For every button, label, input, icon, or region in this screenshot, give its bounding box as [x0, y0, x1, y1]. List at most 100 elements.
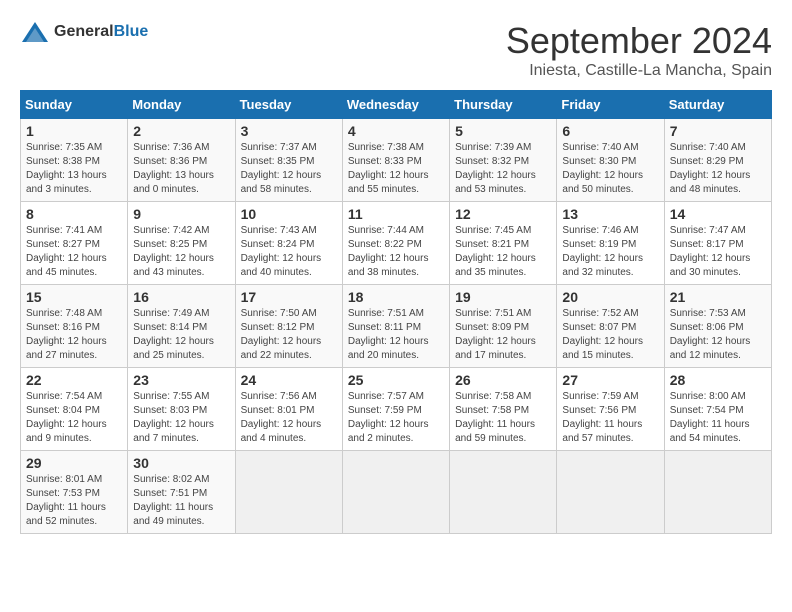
day-info: Sunrise: 7:55 AMSunset: 8:03 PMDaylight:…: [133, 390, 229, 446]
calendar-cell: 26 Sunrise: 7:58 AMSunset: 7:58 PMDayligh…: [450, 368, 557, 451]
day-number: 20: [562, 289, 658, 305]
day-info: Sunrise: 7:59 AMSunset: 7:56 PMDaylight:…: [562, 390, 658, 446]
day-number: 15: [26, 289, 122, 305]
calendar-week-row: 8 Sunrise: 7:41 AMSunset: 8:27 PMDaylight…: [21, 202, 772, 285]
day-number: 23: [133, 372, 229, 388]
calendar-cell: 17 Sunrise: 7:50 AMSunset: 8:12 PMDayligh…: [235, 285, 342, 368]
calendar-cell: 10Sunrise: 7:43 AMSunset: 8:24 PMDayligh…: [235, 202, 342, 285]
day-number: 11: [348, 206, 444, 222]
day-of-week-header: Sunday: [21, 91, 128, 119]
calendar-cell: 4 Sunrise: 7:38 AMSunset: 8:33 PMDaylight…: [342, 119, 449, 202]
day-number: 29: [26, 455, 122, 471]
day-info: Sunrise: 7:43 AMSunset: 8:24 PMDaylight:…: [241, 224, 337, 280]
day-info: Sunrise: 7:51 AMSunset: 8:11 PMDaylight:…: [348, 307, 444, 363]
day-info: Sunrise: 8:00 AMSunset: 7:54 PMDaylight:…: [670, 390, 766, 446]
day-number: 18: [348, 289, 444, 305]
day-number: 6: [562, 123, 658, 139]
calendar-cell: 19 Sunrise: 7:51 AMSunset: 8:09 PMDayligh…: [450, 285, 557, 368]
day-info: Sunrise: 7:46 AMSunset: 8:19 PMDaylight:…: [562, 224, 658, 280]
calendar-cell: 7 Sunrise: 7:40 AMSunset: 8:29 PMDaylight…: [664, 119, 771, 202]
day-info: Sunrise: 7:49 AMSunset: 8:14 PMDaylight:…: [133, 307, 229, 363]
day-number: 24: [241, 372, 337, 388]
calendar-cell: 22 Sunrise: 7:54 AMSunset: 8:04 PMDayligh…: [21, 368, 128, 451]
calendar-cell: 25Sunrise: 7:57 AMSunset: 7:59 PMDayligh…: [342, 368, 449, 451]
calendar-cell: 6 Sunrise: 7:40 AMSunset: 8:30 PMDaylight…: [557, 119, 664, 202]
day-info: Sunrise: 7:42 AMSunset: 8:25 PMDaylight:…: [133, 224, 229, 280]
day-of-week-header: Friday: [557, 91, 664, 119]
day-info: Sunrise: 7:36 AMSunset: 8:36 PMDaylight:…: [133, 141, 229, 197]
day-of-week-header: Tuesday: [235, 91, 342, 119]
day-info: Sunrise: 7:40 AMSunset: 8:30 PMDaylight:…: [562, 141, 658, 197]
day-info: Sunrise: 7:52 AMSunset: 8:07 PMDaylight:…: [562, 307, 658, 363]
calendar-cell: 18 Sunrise: 7:51 AMSunset: 8:11 PMDayligh…: [342, 285, 449, 368]
calendar-cell: 20 Sunrise: 7:52 AMSunset: 8:07 PMDayligh…: [557, 285, 664, 368]
day-number: 8: [26, 206, 122, 222]
calendar-cell: 9 Sunrise: 7:42 AMSunset: 8:25 PMDaylight…: [128, 202, 235, 285]
day-info: Sunrise: 7:54 AMSunset: 8:04 PMDaylight:…: [26, 390, 122, 446]
day-number: 13: [562, 206, 658, 222]
day-number: 21: [670, 289, 766, 305]
day-number: 17: [241, 289, 337, 305]
day-number: 16: [133, 289, 229, 305]
day-info: Sunrise: 8:01 AMSunset: 7:53 PMDaylight:…: [26, 473, 122, 529]
day-info: Sunrise: 7:41 AMSunset: 8:27 PMDaylight:…: [26, 224, 122, 280]
day-info: Sunrise: 7:58 AMSunset: 7:58 PMDaylight:…: [455, 390, 551, 446]
day-number: 27: [562, 372, 658, 388]
logo-icon: [20, 20, 50, 44]
day-number: 19: [455, 289, 551, 305]
title-section: September 2024 Iniesta, Castille-La Manc…: [506, 20, 772, 80]
day-info: Sunrise: 7:51 AMSunset: 8:09 PMDaylight:…: [455, 307, 551, 363]
day-info: Sunrise: 7:38 AMSunset: 8:33 PMDaylight:…: [348, 141, 444, 197]
day-number: 30: [133, 455, 229, 471]
calendar-cell: [342, 451, 449, 534]
calendar-cell: 12 Sunrise: 7:45 AMSunset: 8:21 PMDayligh…: [450, 202, 557, 285]
day-info: Sunrise: 7:45 AMSunset: 8:21 PMDaylight:…: [455, 224, 551, 280]
day-info: Sunrise: 7:40 AMSunset: 8:29 PMDaylight:…: [670, 141, 766, 197]
calendar-cell: 29 Sunrise: 8:01 AMSunset: 7:53 PMDayligh…: [21, 451, 128, 534]
calendar-cell: 27 Sunrise: 7:59 AMSunset: 7:56 PMDayligh…: [557, 368, 664, 451]
calendar-table: SundayMondayTuesdayWednesdayThursdayFrid…: [20, 90, 772, 534]
day-number: 22: [26, 372, 122, 388]
calendar-week-row: 1 Sunrise: 7:35 AMSunset: 8:38 PMDaylight…: [21, 119, 772, 202]
day-of-week-header: Monday: [128, 91, 235, 119]
day-number: 28: [670, 372, 766, 388]
day-info: Sunrise: 7:47 AMSunset: 8:17 PMDaylight:…: [670, 224, 766, 280]
logo-general: General: [54, 23, 114, 40]
day-number: 4: [348, 123, 444, 139]
day-number: 9: [133, 206, 229, 222]
calendar-cell: 23 Sunrise: 7:55 AMSunset: 8:03 PMDayligh…: [128, 368, 235, 451]
calendar-cell: 30Sunrise: 8:02 AMSunset: 7:51 PMDayligh…: [128, 451, 235, 534]
calendar-cell: 14Sunrise: 7:47 AMSunset: 8:17 PMDayligh…: [664, 202, 771, 285]
calendar-week-row: 15 Sunrise: 7:48 AMSunset: 8:16 PMDayligh…: [21, 285, 772, 368]
calendar-cell: 28 Sunrise: 8:00 AMSunset: 7:54 PMDayligh…: [664, 368, 771, 451]
day-number: 26: [455, 372, 551, 388]
calendar-cell: [557, 451, 664, 534]
calendar-cell: [450, 451, 557, 534]
day-info: Sunrise: 7:44 AMSunset: 8:22 PMDaylight:…: [348, 224, 444, 280]
day-of-week-header: Saturday: [664, 91, 771, 119]
day-number: 1: [26, 123, 122, 139]
calendar-week-row: 29 Sunrise: 8:01 AMSunset: 7:53 PMDayligh…: [21, 451, 772, 534]
calendar-cell: 21Sunrise: 7:53 AMSunset: 8:06 PMDayligh…: [664, 285, 771, 368]
calendar-cell: 1 Sunrise: 7:35 AMSunset: 8:38 PMDaylight…: [21, 119, 128, 202]
day-info: Sunrise: 7:35 AMSunset: 8:38 PMDaylight:…: [26, 141, 122, 197]
logo: GeneralBlue: [20, 20, 148, 44]
logo-blue: Blue: [114, 23, 149, 40]
day-info: Sunrise: 7:39 AMSunset: 8:32 PMDaylight:…: [455, 141, 551, 197]
calendar-cell: [664, 451, 771, 534]
page-header: GeneralBlue September 2024 Iniesta, Cast…: [20, 20, 772, 80]
calendar-cell: 11 Sunrise: 7:44 AMSunset: 8:22 PMDayligh…: [342, 202, 449, 285]
logo-text: GeneralBlue: [54, 23, 148, 41]
calendar-header-row: SundayMondayTuesdayWednesdayThursdayFrid…: [21, 91, 772, 119]
day-info: Sunrise: 7:50 AMSunset: 8:12 PMDaylight:…: [241, 307, 337, 363]
day-info: Sunrise: 7:37 AMSunset: 8:35 PMDaylight:…: [241, 141, 337, 197]
day-of-week-header: Thursday: [450, 91, 557, 119]
day-info: Sunrise: 7:48 AMSunset: 8:16 PMDaylight:…: [26, 307, 122, 363]
month-title: September 2024: [506, 20, 772, 62]
calendar-cell: 2 Sunrise: 7:36 AMSunset: 8:36 PMDaylight…: [128, 119, 235, 202]
day-info: Sunrise: 7:56 AMSunset: 8:01 PMDaylight:…: [241, 390, 337, 446]
day-number: 2: [133, 123, 229, 139]
calendar-cell: 8 Sunrise: 7:41 AMSunset: 8:27 PMDaylight…: [21, 202, 128, 285]
day-number: 7: [670, 123, 766, 139]
day-number: 12: [455, 206, 551, 222]
